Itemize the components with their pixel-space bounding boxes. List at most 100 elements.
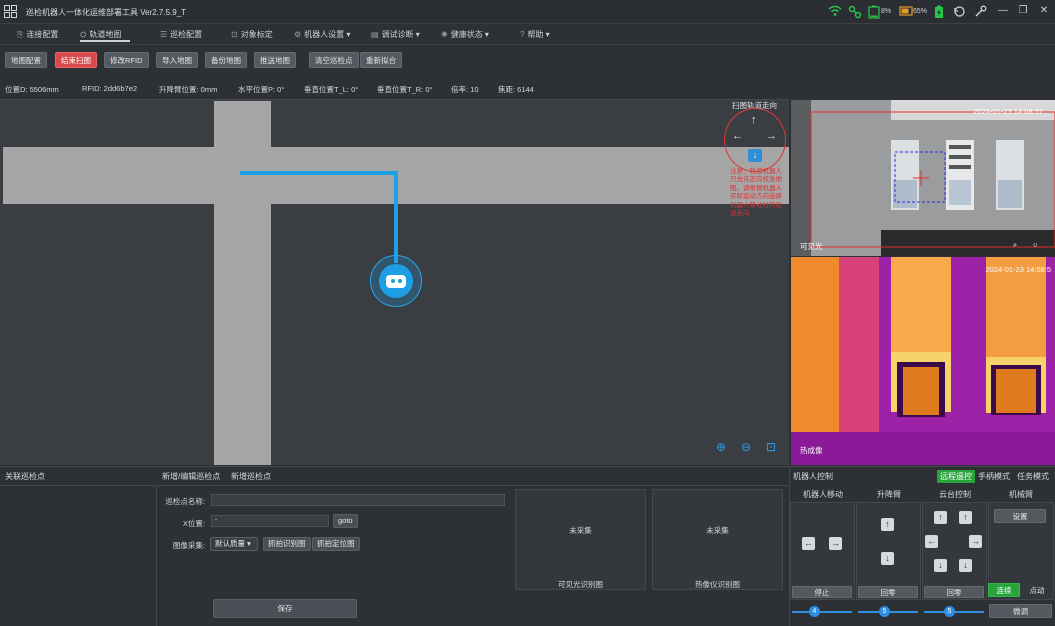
uncollected-text: 未采集 <box>706 526 729 535</box>
fine-tune-button[interactable]: 微调 <box>989 604 1052 618</box>
lift-up-button[interactable]: ↑ <box>881 518 894 531</box>
link-icon <box>848 5 862 19</box>
backup-map-button[interactable]: 备份地图 <box>205 52 247 68</box>
ptz-right-button[interactable]: → <box>969 535 982 548</box>
restore-icon[interactable]: ❐ <box>1016 5 1030 19</box>
map-config-button[interactable]: 地图配置 <box>5 52 47 68</box>
move-right-button[interactable]: → <box>829 537 842 550</box>
vertical-right-readout: 垂直位置T_R: 0° <box>377 85 433 94</box>
thermal-camera-view[interactable]: 2024-01-23 14:08:5 热成像 <box>791 257 1055 465</box>
end-scan-button[interactable]: 结束扫图 <box>55 52 97 68</box>
camera-label: 可见光 <box>800 242 823 251</box>
point-name-label: 巡检点名称: <box>165 497 205 506</box>
tab-robot-settings[interactable]: ⚙ 机器人设置 ▾ <box>294 28 350 42</box>
associated-points-list[interactable] <box>0 485 157 626</box>
tab-object-calibration[interactable]: ⊡ 对象标定 <box>231 28 273 42</box>
goto-button[interactable]: goto <box>333 514 358 528</box>
ptz-zero-button[interactable]: 回零 <box>924 586 984 598</box>
robot-icon <box>386 275 406 288</box>
direction-warning-note: 注意：轨道机器人只允许正向校准地图。请根据机器人实际运动方向选择机器人移动时的轨… <box>730 168 782 218</box>
ptz-down-right-button[interactable]: ↓ <box>959 559 972 572</box>
arrow-left-icon[interactable]: ← <box>732 130 743 142</box>
mode-remote[interactable]: 远程遥控 <box>937 470 975 483</box>
close-icon[interactable]: ✕ <box>1037 5 1051 19</box>
list-icon: ☰ <box>160 30 168 39</box>
point-name-input[interactable] <box>211 494 505 506</box>
ptz-up-left-button[interactable]: ↑ <box>934 511 947 524</box>
import-map-button[interactable]: 导入地图 <box>156 52 198 68</box>
capture-recog-button[interactable]: 抓拍识别图 <box>263 537 311 551</box>
quality-select[interactable]: 默认质量 ▾ <box>210 537 258 551</box>
tab-label: 帮助 <box>527 30 544 39</box>
robot-eye <box>391 279 395 283</box>
camera-label: 热成像 <box>800 446 823 455</box>
mode-joystick[interactable]: 手柄模式 <box>978 470 1010 483</box>
battery-percent-1: 8% <box>881 8 892 15</box>
wifi-icon <box>828 5 842 19</box>
visible-camera-view[interactable]: 2024-01-23 14:08:57 可见光 ⌕ ○ <box>791 100 1055 256</box>
move-speed-knob[interactable]: 4 <box>809 606 820 617</box>
x-position-input[interactable]: - <box>211 515 329 527</box>
refit-button[interactable]: 重新拟合 <box>360 52 402 68</box>
tab-connection-config[interactable]: ⎘ 连接配置 <box>17 28 58 42</box>
arrow-up-icon[interactable]: ↑ <box>751 114 757 126</box>
move-speed-slider[interactable] <box>792 611 852 613</box>
minimize-icon[interactable]: — <box>996 5 1010 19</box>
ptz-left-button[interactable]: ← <box>925 535 938 548</box>
battery-percent-2: 65% <box>913 8 928 15</box>
ptz-down-left-button[interactable]: ↓ <box>934 559 947 572</box>
ptz-up-right-button[interactable]: ↑ <box>959 511 972 524</box>
push-map-button[interactable]: 推送地图 <box>254 52 296 68</box>
lift-speed-knob[interactable]: 5 <box>879 606 890 617</box>
save-button[interactable]: 保存 <box>213 599 357 618</box>
thermal-recog-image-box[interactable]: 未采集 热像仪识别图 <box>652 489 783 590</box>
stop-button[interactable]: 停止 <box>792 586 852 598</box>
tab-debug-diagnosis[interactable]: ▤ 调试诊断 ▾ <box>371 28 420 42</box>
nav-bar: ⎘ 连接配置 ⛭ 轨道地图 ☰ 巡检配置 ⊡ 对象标定 ⚙ 机器人设置 ▾ ▤ 调试诊断 ▾… <box>0 24 1055 45</box>
position-readout: 位置D: 5506mm <box>5 85 59 94</box>
scanned-path <box>394 171 398 263</box>
settings-icon[interactable] <box>974 5 987 19</box>
zoom-in-icon[interactable]: ⊕ <box>714 440 728 454</box>
tab-label: 健康状态 <box>450 30 483 39</box>
zoom-out-icon[interactable]: ⊖ <box>739 440 753 454</box>
tab-label: 巡检配置 <box>170 30 203 39</box>
arrow-down-icon[interactable]: ↓ <box>748 149 762 162</box>
arm-setup-button[interactable]: 设置 <box>994 509 1046 523</box>
chevron-down-icon: ▾ <box>543 30 550 39</box>
jog-button[interactable]: 点动 <box>1022 583 1052 597</box>
lift-column-title: 升降臂 <box>877 490 901 499</box>
chevron-down-icon: ▾ <box>413 30 420 39</box>
mode-task[interactable]: 任务模式 <box>1017 470 1049 483</box>
tab-help[interactable]: ? 帮助 ▾ <box>520 28 550 42</box>
visible-recog-image-box[interactable]: 未采集 可见光识别图 <box>515 489 646 590</box>
focus-readout: 焦距: 6144 <box>498 85 534 94</box>
new-point-title: 新增巡检点 <box>231 472 271 481</box>
move-column-title: 机器人移动 <box>803 490 843 499</box>
target-icon: ⊡ <box>231 30 238 39</box>
x-position-label: X位置: <box>182 519 205 528</box>
lift-down-button[interactable]: ↓ <box>881 552 894 565</box>
capture-locate-button[interactable]: 抓拍定位图 <box>312 537 360 551</box>
search-icon[interactable]: ⌕ <box>1013 240 1017 250</box>
record-icon[interactable]: ○ <box>1033 240 1038 249</box>
tab-health-status[interactable]: ✺ 健康状态 ▾ <box>441 28 489 42</box>
track-vertical <box>214 101 271 465</box>
ptz-speed-knob[interactable]: 5 <box>944 606 955 617</box>
thermal-camera-image <box>791 257 1055 465</box>
app-title: 巡检机器人一体化运维部署工具 Ver2.7.5.9_T <box>26 8 187 17</box>
fit-view-icon[interactable]: ⊡ <box>764 440 778 454</box>
tab-inspection-config[interactable]: ☰ 巡检配置 <box>160 28 202 42</box>
battery-charging-icon <box>934 5 944 19</box>
tab-label: 机器人设置 <box>304 30 345 39</box>
continuous-button[interactable]: 连续 <box>988 583 1020 597</box>
tab-label: 对象标定 <box>240 30 273 39</box>
lift-zero-button[interactable]: 回零 <box>858 586 918 598</box>
map-toolbar: 地图配置 结束扫图 修改RFID 导入地图 备份地图 推送地图 清空巡检点 重新… <box>0 52 790 70</box>
move-left-button[interactable]: ← <box>802 537 815 550</box>
clear-points-button[interactable]: 清空巡检点 <box>309 52 359 68</box>
modify-rfid-button[interactable]: 修改RFID <box>104 52 149 68</box>
arrow-right-icon[interactable]: → <box>766 130 777 142</box>
refresh-icon[interactable] <box>953 5 966 19</box>
tab-track-map[interactable]: ⛭ 轨道地图 <box>80 28 130 42</box>
